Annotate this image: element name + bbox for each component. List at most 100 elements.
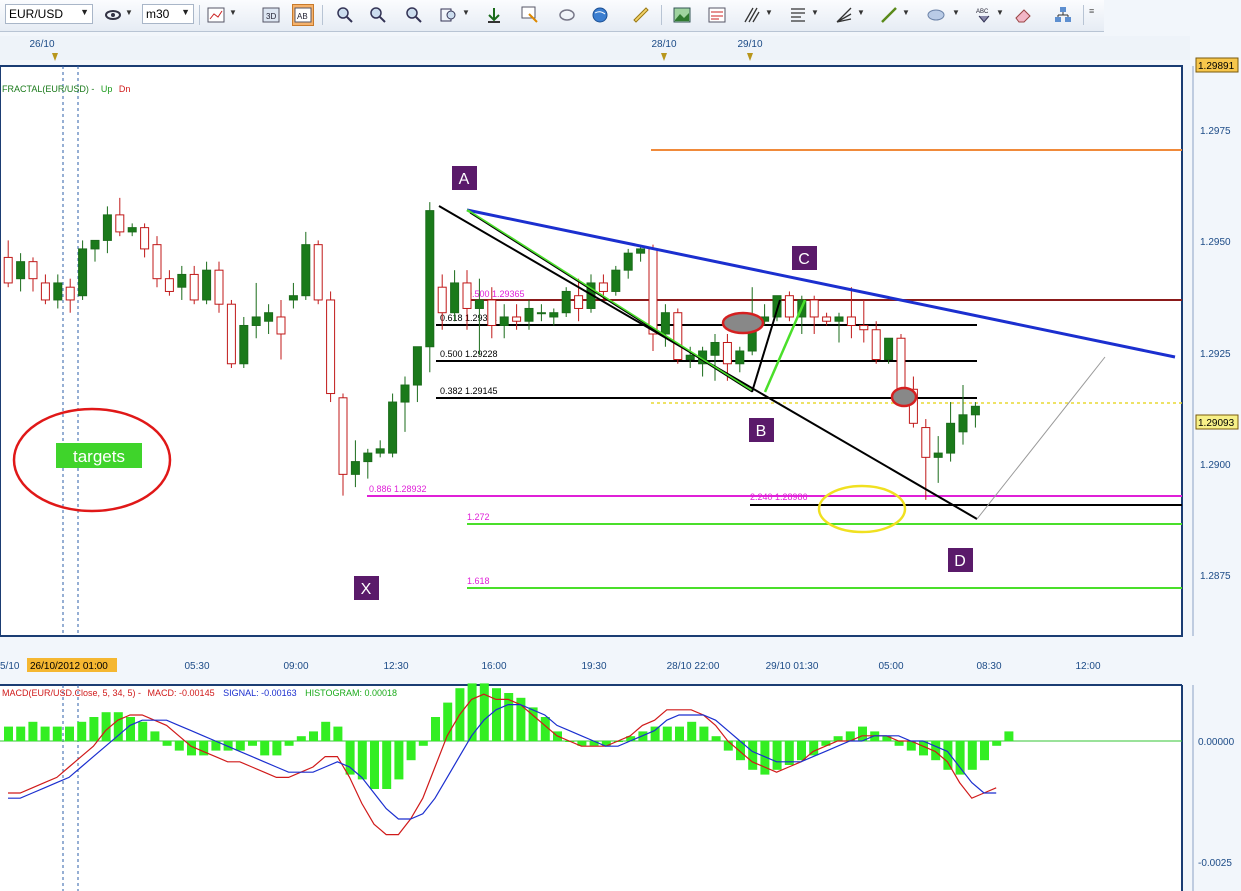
toolbar: EUR/USD ▼ ▼ m30 ▼ ▼ 3D AB ▼ ▼ ▼ ▼ ▼ ▼ AB…	[0, 0, 1104, 32]
pattern-label-x[interactable]: X	[354, 576, 379, 600]
text-button[interactable]: ABC	[973, 4, 995, 26]
candle-body	[140, 227, 150, 250]
macd-histogram-bar	[321, 721, 331, 741]
macd-histogram-bar	[467, 683, 477, 741]
zoom-icon	[406, 7, 422, 23]
candle	[611, 265, 621, 296]
objects-button[interactable]	[1052, 4, 1074, 26]
line-button[interactable]	[878, 4, 900, 26]
zoom-dropdown-icon[interactable]: ▼	[462, 8, 470, 17]
candle	[388, 393, 398, 458]
macd-histogram-bar	[431, 717, 440, 741]
macd-histogram-bar	[797, 741, 806, 761]
zoom-in-button[interactable]	[334, 4, 356, 26]
trend-tool-button[interactable]	[741, 4, 763, 26]
hand-button[interactable]	[556, 4, 578, 26]
macd-histogram-bar	[296, 736, 306, 741]
macd-histogram-bar	[748, 741, 758, 770]
svg-text:AB: AB	[297, 12, 308, 21]
candle-body	[549, 312, 559, 318]
macd-histogram-bar	[235, 741, 245, 751]
image-button[interactable]	[671, 4, 693, 26]
zoom-select-button[interactable]	[438, 4, 460, 26]
zoom-out-button[interactable]	[367, 4, 389, 26]
chevron-down-icon: ▼	[181, 7, 190, 17]
gann-fan-button[interactable]	[833, 4, 855, 26]
ab-button[interactable]: AB	[292, 4, 314, 26]
fibonacci-button[interactable]	[787, 4, 809, 26]
macd-histogram-bar	[77, 721, 87, 741]
text-dropdown-icon[interactable]: ▼	[996, 8, 1004, 17]
line-dropdown-icon[interactable]: ▼	[902, 8, 910, 17]
ellipse-button[interactable]	[925, 4, 947, 26]
ruler-button[interactable]	[630, 4, 652, 26]
3d-button[interactable]: 3D	[260, 4, 282, 26]
candle-body	[536, 312, 546, 315]
crosshair-dropdown-icon[interactable]: ▼	[125, 8, 133, 17]
candle-body	[239, 324, 249, 365]
candle-body	[53, 282, 63, 301]
highlight-ellipse[interactable]	[721, 311, 765, 335]
candle-body	[524, 307, 534, 322]
pattern-label-c[interactable]: C	[792, 246, 817, 270]
macd-histogram-bar	[418, 741, 428, 746]
macd-histogram-bar	[333, 726, 343, 741]
pattern-label-a[interactable]: A	[452, 166, 477, 190]
macd-histogram-bar	[357, 741, 367, 780]
macd-histogram-bar	[650, 726, 660, 741]
time-tick: 05:30	[184, 661, 209, 672]
fibonacci-dropdown-icon[interactable]: ▼	[811, 8, 819, 17]
candle-body	[474, 299, 484, 309]
fib-label: 1.272	[467, 512, 490, 522]
candle-body	[437, 286, 447, 314]
template-button[interactable]	[706, 4, 728, 26]
hand-icon	[559, 9, 575, 21]
eraser-icon	[1015, 9, 1031, 23]
pattern-label-b[interactable]: B	[749, 418, 774, 442]
candle-body	[822, 316, 832, 322]
crosshair-button[interactable]	[102, 4, 124, 26]
candle-body	[251, 316, 261, 326]
macd-histogram-bar	[174, 741, 184, 751]
highlight-ellipse[interactable]	[890, 386, 918, 408]
macd-histogram-bar	[28, 721, 38, 741]
trend-tool-dropdown-icon[interactable]: ▼	[765, 8, 773, 17]
pattern-label-d[interactable]: D	[948, 548, 973, 572]
line-icon	[881, 7, 897, 23]
chart-type-dropdown-icon[interactable]: ▼	[229, 8, 237, 17]
image-icon	[673, 7, 691, 23]
symbol-select[interactable]: EUR/USD ▼	[5, 4, 93, 24]
globe-button[interactable]	[589, 4, 611, 26]
gann-fan-dropdown-icon[interactable]: ▼	[857, 8, 865, 17]
chart-area[interactable]: 26/10 28/10 29/10 1.2975 1.2950 1.2925 1…	[0, 32, 1241, 891]
candle	[226, 299, 236, 369]
candle-body	[202, 269, 212, 301]
objects-icon	[1055, 7, 1071, 22]
candle-body	[611, 269, 621, 292]
macd-histogram-bar	[370, 741, 379, 789]
time-tick: 05:00	[878, 661, 903, 672]
candle-body	[28, 261, 38, 280]
candle-body	[933, 452, 943, 458]
bring-to-front-button[interactable]	[519, 4, 541, 26]
macd-histogram-bar	[52, 726, 62, 741]
eraser-button[interactable]	[1012, 4, 1034, 26]
timeframe-select[interactable]: m30 ▼	[142, 4, 194, 24]
macd-histogram-bar	[992, 741, 1002, 746]
scroll-end-button[interactable]	[483, 4, 505, 26]
bring-to-front-icon	[521, 6, 538, 23]
date-marker-label: 29/10	[737, 39, 762, 50]
candle-body	[648, 248, 658, 335]
candle	[78, 240, 88, 300]
zoom-fit-button[interactable]	[403, 4, 425, 26]
price-panel[interactable]: 26/10 28/10 29/10 1.2975 1.2950 1.2925 1…	[0, 36, 1239, 672]
macd-histogram-bar	[479, 683, 489, 741]
macd-panel[interactable]: MACD(EUR/USD.Close, 5, 34, 5) - MACD: -0…	[0, 683, 1235, 891]
ellipse-dropdown-icon[interactable]: ▼	[952, 8, 960, 17]
toolbar-overflow-icon[interactable]: ≡	[1089, 6, 1094, 16]
svg-text:3D: 3D	[266, 12, 276, 21]
candle-body	[710, 341, 720, 356]
chart-type-button[interactable]	[205, 4, 227, 26]
candle-body	[226, 303, 236, 365]
candle-body	[834, 316, 844, 322]
